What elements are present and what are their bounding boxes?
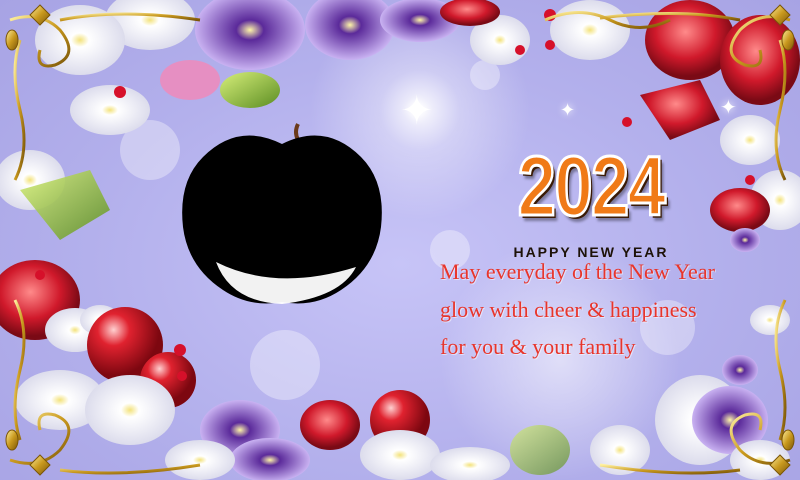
bottom-flowers bbox=[15, 305, 790, 480]
message-line-1: May everyday of the New Year bbox=[440, 259, 715, 284]
happy-new-year-label: HAPPY NEW YEAR bbox=[513, 244, 669, 260]
message-line-3: for you & your family bbox=[440, 334, 636, 359]
photo-placeholder[interactable] bbox=[176, 122, 388, 312]
apple-stem bbox=[294, 123, 300, 141]
greeting-card: ✦ ✦ ✦ ✦ bbox=[0, 0, 800, 480]
floral-border bbox=[0, 0, 800, 480]
message-line-2: glow with cheer & happiness bbox=[440, 297, 697, 322]
top-flowers bbox=[35, 0, 800, 252]
year-title: 2024 bbox=[516, 139, 667, 234]
